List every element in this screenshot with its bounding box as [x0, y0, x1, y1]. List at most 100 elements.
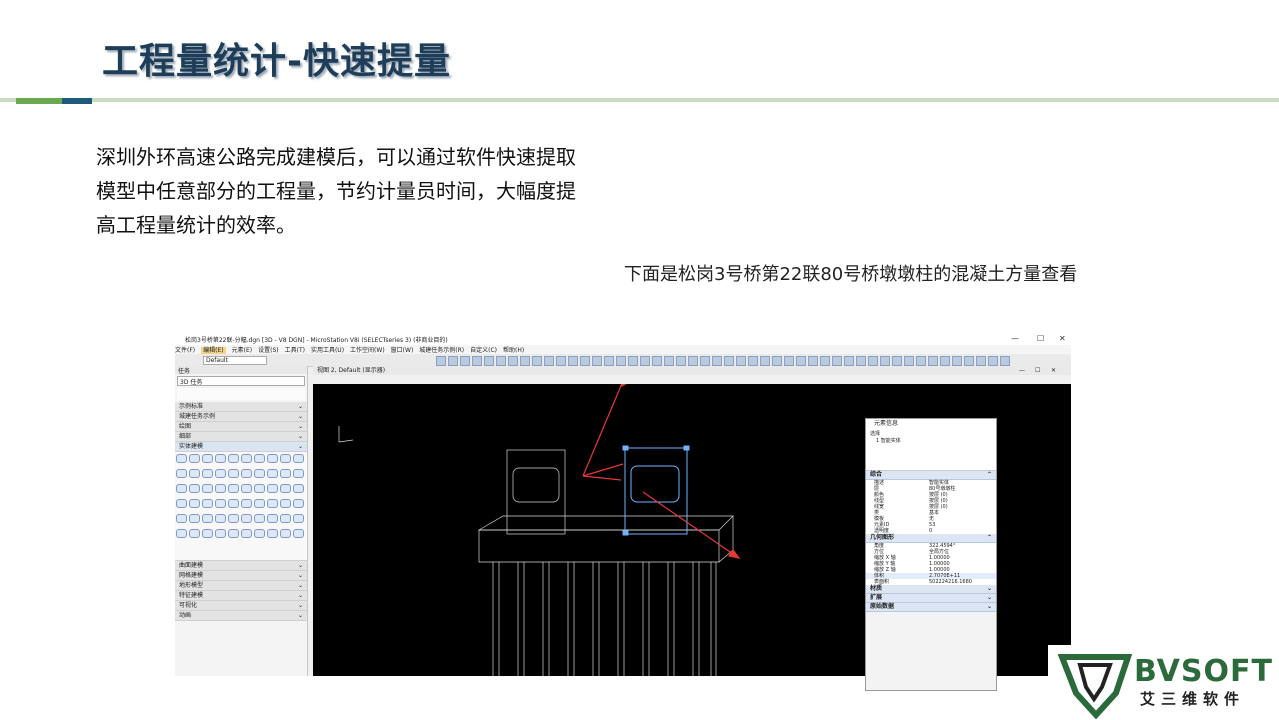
solid-tool-icon[interactable] [280, 454, 291, 463]
solid-tool-icon[interactable] [202, 529, 213, 538]
solid-tool-icon[interactable] [254, 469, 265, 478]
toolbar-tool-icon[interactable] [640, 356, 650, 366]
property-section-header[interactable]: 材质 ⌄ [866, 585, 996, 594]
toolbar-tool-icon[interactable] [460, 356, 470, 366]
menu-item[interactable]: 工具(T) [285, 347, 305, 354]
toolbar-tool-icon[interactable] [472, 356, 482, 366]
solid-tool-icon[interactable] [241, 454, 252, 463]
toolbar-tool-icon[interactable] [496, 356, 506, 366]
solid-tool-icon[interactable] [228, 529, 239, 538]
view-minimize-button[interactable]: — [1019, 366, 1025, 375]
toolbar-tool-icon[interactable] [724, 356, 734, 366]
solid-tool-icon[interactable] [176, 499, 187, 508]
toolbar-tool-icon[interactable] [928, 356, 938, 366]
toolbar-tool-icon[interactable] [688, 356, 698, 366]
chevron-down-icon[interactable]: ⌄ [298, 571, 303, 580]
solid-tool-icon[interactable] [189, 514, 200, 523]
toolbar-tool-icon[interactable] [700, 356, 710, 366]
toolbar-tool-icon[interactable] [1000, 356, 1010, 366]
property-section-header[interactable]: 综合 ⌃ [866, 471, 996, 480]
close-button[interactable]: ✕ [1059, 334, 1066, 343]
solid-tool-icon[interactable] [267, 499, 278, 508]
minimize-button[interactable]: — [1011, 334, 1019, 343]
solid-tool-icon[interactable] [228, 499, 239, 508]
menu-item[interactable]: 实用工具(U) [311, 347, 344, 354]
solid-tool-icon[interactable] [228, 469, 239, 478]
chevron-down-icon[interactable]: ⌄ [298, 591, 303, 600]
toolbar-tool-icon[interactable] [976, 356, 986, 366]
task-row[interactable]: 绘图 ⌄ [175, 422, 307, 432]
solid-tool-icon[interactable] [228, 514, 239, 523]
toolbar-tool-icon[interactable] [436, 356, 446, 366]
toolbar-tool-icon[interactable] [892, 356, 902, 366]
menu-item[interactable]: 帮助(H) [503, 347, 524, 354]
solid-tool-icon[interactable] [254, 454, 265, 463]
solid-tool-icon[interactable] [215, 529, 226, 538]
solid-tool-icon[interactable] [189, 469, 200, 478]
menu-item[interactable]: 自定义(C) [470, 347, 497, 354]
toolbar-tool-icon[interactable] [952, 356, 962, 366]
solid-tool-icon[interactable] [189, 499, 200, 508]
toolbar-tool-icon[interactable] [772, 356, 782, 366]
toolbar-tool-icon[interactable] [664, 356, 674, 366]
solid-tool-icon[interactable] [267, 454, 278, 463]
solid-tool-icon[interactable] [176, 454, 187, 463]
toolbar-tool-icon[interactable] [940, 356, 950, 366]
chevron-down-icon[interactable]: ⌄ [298, 412, 303, 421]
toolbar-tool-icon[interactable] [832, 356, 842, 366]
solid-tool-icon[interactable] [202, 484, 213, 493]
solid-tool-icon[interactable] [293, 514, 304, 523]
solid-tool-icon[interactable] [293, 454, 304, 463]
task-row[interactable]: 网格建模 ⌄ [175, 571, 307, 581]
property-section-header[interactable]: 几何图形 ⌃ [866, 534, 996, 543]
menu-item[interactable]: 编辑(E) [201, 347, 226, 354]
task-row[interactable]: 实体建模 ⌄ [175, 442, 307, 452]
view-window[interactable]: 视图 2, Default (显示器) — ☐ ✕ 元素信息 选择 1 智能实体… [313, 366, 1071, 691]
solid-tool-icon[interactable] [215, 514, 226, 523]
menu-item[interactable]: 元素(E) [232, 347, 252, 354]
solid-tool-icon[interactable] [215, 469, 226, 478]
solid-tool-icon[interactable] [267, 469, 278, 478]
solid-tool-icon[interactable] [293, 484, 304, 493]
chevron-down-icon[interactable]: ⌄ [298, 432, 303, 441]
menu-item[interactable]: 城建任务示例(R) [419, 347, 464, 354]
toolbar-tool-icon[interactable] [748, 356, 758, 366]
selection-tree-root[interactable]: 选择 [870, 430, 992, 437]
toolbar-tool-icon[interactable] [964, 356, 974, 366]
solid-tool-icon[interactable] [280, 499, 291, 508]
task-row[interactable]: 特征建模 ⌄ [175, 591, 307, 601]
property-section-header[interactable]: 原始数据 ⌄ [866, 603, 996, 612]
chevron-down-icon[interactable]: ⌄ [298, 442, 303, 451]
view-maximize-button[interactable]: ☐ [1035, 366, 1040, 375]
toolbar-tool-icon[interactable] [880, 356, 890, 366]
solid-tool-icon[interactable] [254, 529, 265, 538]
toolbar-tool-icon[interactable] [760, 356, 770, 366]
menu-item[interactable]: 设置(S) [258, 347, 279, 354]
solid-tool-icon[interactable] [241, 499, 252, 508]
solid-tool-icon[interactable] [280, 529, 291, 538]
toolbar-tool-icon[interactable] [508, 356, 518, 366]
toolbar-tool-icon[interactable] [712, 356, 722, 366]
selection-tree-item[interactable]: 1 智能实体 [870, 437, 992, 444]
chevron-up-icon[interactable]: ⌃ [987, 534, 992, 542]
solid-tool-icon[interactable] [254, 514, 265, 523]
solid-tool-icon[interactable] [176, 514, 187, 523]
chevron-down-icon[interactable]: ⌄ [298, 611, 303, 620]
task-selector[interactable]: 3D 任务 [177, 376, 305, 386]
solid-tool-icon[interactable] [241, 514, 252, 523]
chevron-down-icon[interactable]: ⌄ [987, 603, 992, 611]
solid-tool-icon[interactable] [202, 514, 213, 523]
toolbar-tool-icon[interactable] [448, 356, 458, 366]
task-row[interactable]: 城建任务示例 ⌄ [175, 412, 307, 422]
toolbar-tool-icon[interactable] [916, 356, 926, 366]
solid-tool-icon[interactable] [202, 499, 213, 508]
toolbar-tool-icon[interactable] [484, 356, 494, 366]
solid-tool-icon[interactable] [280, 469, 291, 478]
toolbar-tool-icon[interactable] [844, 356, 854, 366]
task-row[interactable]: 地形模型 ⌄ [175, 581, 307, 591]
solid-tool-icon[interactable] [176, 484, 187, 493]
chevron-down-icon[interactable]: ⌄ [298, 601, 303, 610]
toolbar-tool-icon[interactable] [628, 356, 638, 366]
chevron-down-icon[interactable]: ⌄ [987, 594, 992, 602]
toolbar-tool-icon[interactable] [676, 356, 686, 366]
